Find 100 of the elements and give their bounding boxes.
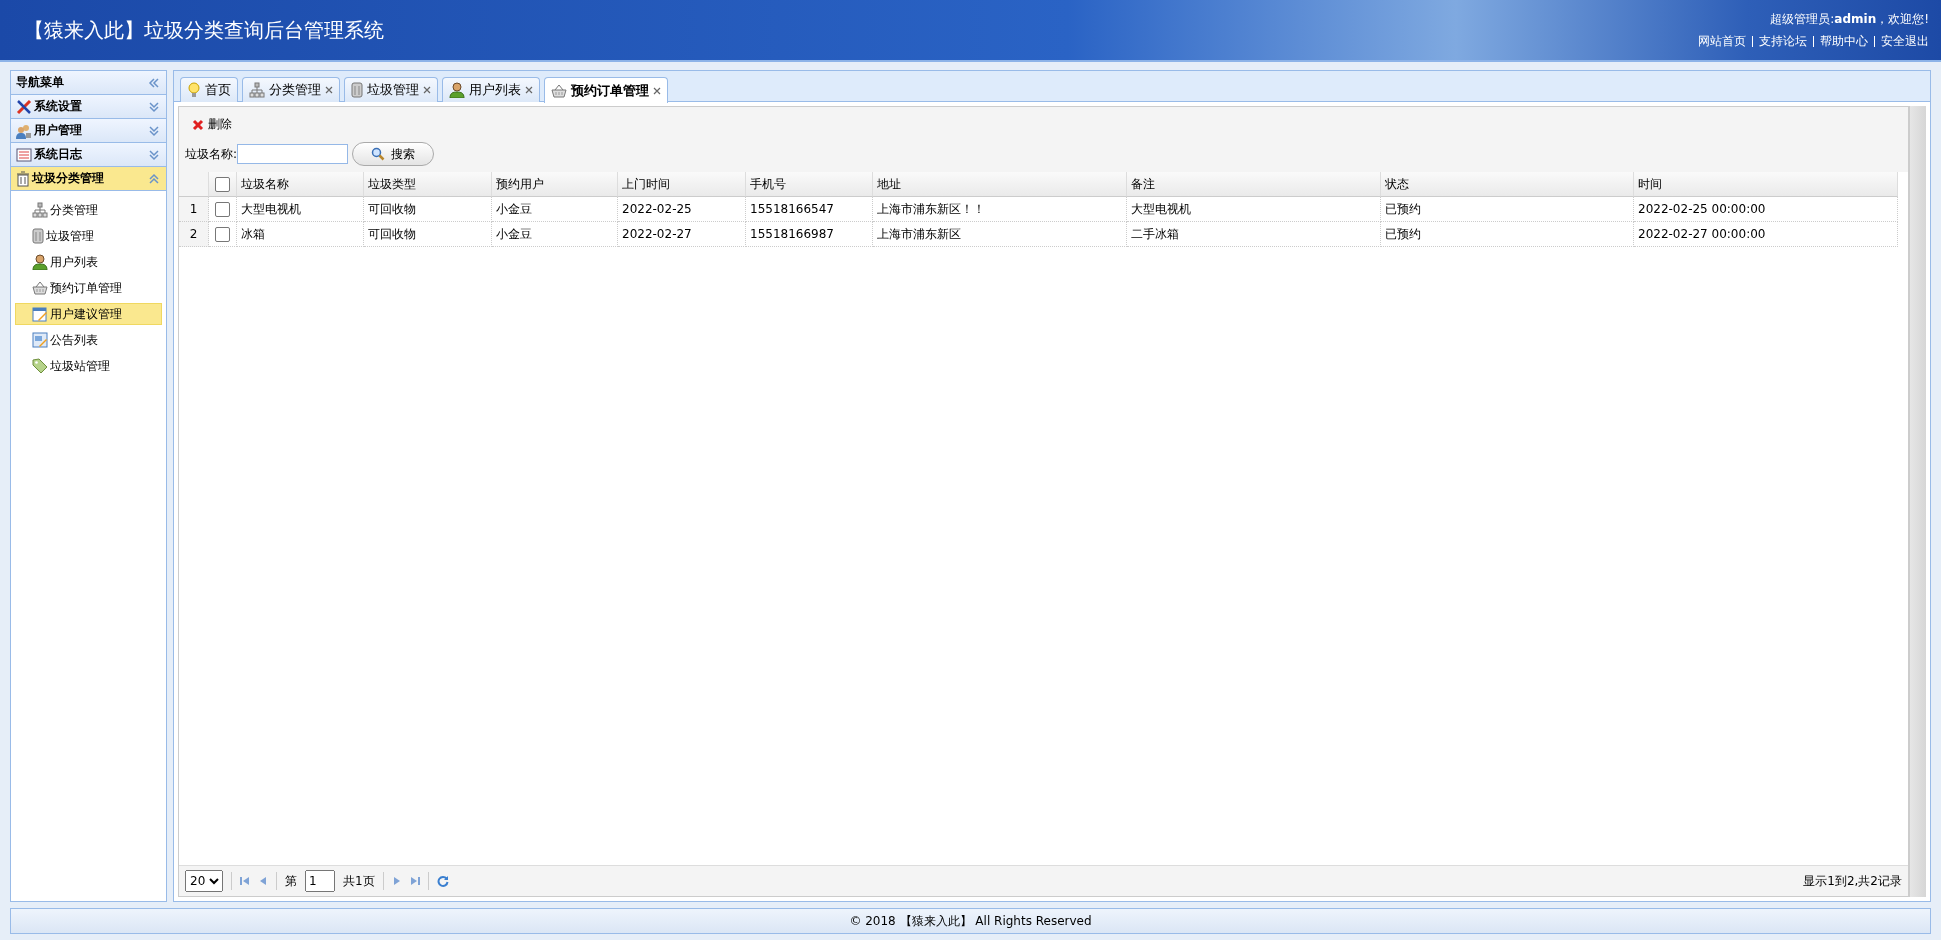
header-link[interactable]: 帮助中心 xyxy=(1820,32,1868,50)
nav-item[interactable]: 垃圾站管理 xyxy=(15,355,162,377)
expand-chevron-icon[interactable] xyxy=(148,100,160,113)
table-cell: 小金豆 xyxy=(492,197,618,222)
next-page-button[interactable] xyxy=(391,876,402,886)
column-header[interactable]: 上门时间 xyxy=(618,172,746,197)
column-header[interactable]: 垃圾名称 xyxy=(237,172,364,197)
tab[interactable]: 用户列表 xyxy=(442,77,540,102)
hierarchy-icon xyxy=(249,82,265,98)
close-icon[interactable] xyxy=(325,86,333,94)
last-page-button[interactable] xyxy=(409,876,420,886)
scrollbar[interactable] xyxy=(1909,106,1926,897)
notepad-icon xyxy=(32,306,48,322)
nav-item-label: 预约订单管理 xyxy=(50,279,122,297)
column-header[interactable]: 状态 xyxy=(1381,172,1634,197)
column-header[interactable]: 时间 xyxy=(1634,172,1898,197)
table-cell: 2022-02-25 xyxy=(618,197,746,222)
column-header[interactable]: 地址 xyxy=(873,172,1127,197)
table-cell: 可回收物 xyxy=(364,197,492,222)
basket-icon xyxy=(32,280,48,296)
nav-item-label: 公告列表 xyxy=(50,331,98,349)
tag-icon xyxy=(32,358,48,374)
tab[interactable]: 预约订单管理 xyxy=(544,77,668,103)
tab[interactable]: 垃圾管理 xyxy=(344,77,438,102)
nav-item-label: 用户建议管理 xyxy=(50,305,122,323)
table-cell: 2022-02-27 xyxy=(618,222,746,247)
log-icon xyxy=(16,146,32,163)
collapse-chevron-icon[interactable] xyxy=(148,172,160,185)
checkbox[interactable] xyxy=(215,226,230,242)
table-cell: 上海市浦东新区！！ xyxy=(873,197,1127,222)
bulb-icon xyxy=(187,82,201,98)
page-size-select[interactable]: 20 xyxy=(185,870,223,892)
table-cell: 上海市浦东新区 xyxy=(873,222,1127,247)
row-number: 2 xyxy=(179,222,209,247)
tab[interactable]: 首页 xyxy=(180,77,238,102)
bin-icon xyxy=(32,228,44,244)
nav-item[interactable]: 用户建议管理 xyxy=(15,303,162,325)
collapse-sidebar-icon[interactable] xyxy=(148,76,160,89)
nav-item-label: 分类管理 xyxy=(50,201,98,219)
nav-item-label: 垃圾站管理 xyxy=(50,357,110,375)
nav-item-label: 用户列表 xyxy=(50,253,98,271)
hierarchy-icon xyxy=(32,202,48,218)
page-total: 共1页 xyxy=(343,872,375,890)
nav-group-header[interactable]: 用户管理 xyxy=(11,119,166,143)
nav-group-label: 系统日志 xyxy=(34,146,82,163)
checkbox[interactable] xyxy=(215,201,230,217)
close-icon[interactable] xyxy=(653,86,661,95)
nav-item[interactable]: 分类管理 xyxy=(15,199,162,221)
close-icon[interactable] xyxy=(423,86,431,94)
page-number-field[interactable]: 1 xyxy=(305,870,335,892)
table-cell: 可回收物 xyxy=(364,222,492,247)
nav-group-label: 用户管理 xyxy=(34,122,82,139)
nav-item[interactable]: 用户列表 xyxy=(15,251,162,273)
table-cell: 大型电视机 xyxy=(237,197,364,222)
delete-icon xyxy=(192,118,204,131)
nav-item[interactable]: 公告列表 xyxy=(15,329,162,351)
table-cell: 二手冰箱 xyxy=(1127,222,1381,247)
bulletin-icon xyxy=(32,332,48,348)
nav-group-label: 垃圾分类管理 xyxy=(32,170,104,187)
user-icon xyxy=(449,82,465,98)
nav-group-label: 系统设置 xyxy=(34,98,82,115)
table-cell: 已预约 xyxy=(1381,222,1634,247)
table-cell: 已预约 xyxy=(1381,197,1634,222)
nav-item[interactable]: 垃圾管理 xyxy=(15,225,162,247)
search-icon xyxy=(371,147,386,161)
refresh-button[interactable] xyxy=(436,875,449,887)
table-cell: 15518166547 xyxy=(746,197,873,222)
first-page-button[interactable] xyxy=(240,876,250,886)
search-label: 垃圾名称: xyxy=(185,145,238,163)
header-link[interactable]: 网站首页 xyxy=(1698,32,1746,50)
header-link[interactable]: 支持论坛 xyxy=(1759,32,1807,50)
nav-group-header[interactable]: 系统设置 xyxy=(11,95,166,119)
basket-icon xyxy=(551,82,567,99)
table-cell: 15518166987 xyxy=(746,222,873,247)
copyright-text: © 2018 【猿来入此】 All Rights Reserved xyxy=(849,912,1092,930)
tools-icon xyxy=(16,98,32,115)
close-icon[interactable] xyxy=(525,86,533,94)
expand-chevron-icon[interactable] xyxy=(148,148,160,161)
checkbox[interactable] xyxy=(215,176,230,192)
previous-page-button[interactable] xyxy=(258,876,268,886)
nav-group-header[interactable]: 垃圾分类管理 xyxy=(11,167,166,191)
table-cell: 2022-02-27 00:00:00 xyxy=(1634,222,1898,247)
column-header[interactable]: 预约用户 xyxy=(492,172,618,197)
nav-group-header[interactable]: 系统日志 xyxy=(11,143,166,167)
expand-chevron-icon[interactable] xyxy=(148,124,160,137)
table-cell: 大型电视机 xyxy=(1127,197,1381,222)
nav-item[interactable]: 预约订单管理 xyxy=(15,277,162,299)
tab[interactable]: 分类管理 xyxy=(242,77,340,102)
search-button[interactable]: 搜索 xyxy=(352,142,435,166)
delete-button[interactable]: 删除 xyxy=(189,113,235,136)
app-title: 【猿来入此】垃圾分类查询后台管理系统 xyxy=(24,16,384,44)
search-field[interactable] xyxy=(237,144,349,164)
header-link[interactable]: 安全退出 xyxy=(1881,32,1929,50)
trash-icon xyxy=(16,170,30,187)
column-header[interactable]: 垃圾类型 xyxy=(364,172,492,197)
column-header[interactable]: 备注 xyxy=(1127,172,1381,197)
page-prefix: 第 xyxy=(285,872,297,890)
table-cell: 2022-02-25 00:00:00 xyxy=(1634,197,1898,222)
column-header[interactable]: 手机号 xyxy=(746,172,873,197)
users-icon xyxy=(16,122,32,139)
